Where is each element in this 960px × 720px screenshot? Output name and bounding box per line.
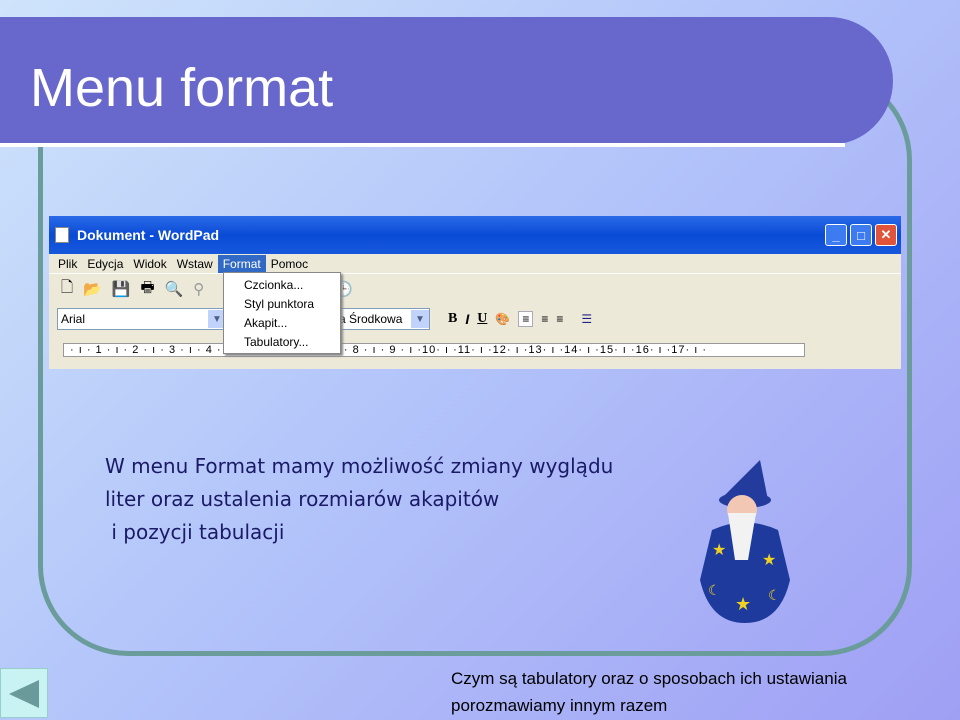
note-line: porozmawiamy innym razem xyxy=(451,696,668,715)
menu-item-tabulatory[interactable]: Tabulatory... xyxy=(244,333,340,352)
color-icon[interactable]: 🎨 xyxy=(495,312,510,326)
window-titlebar: Dokument - WordPad _ □ ✕ xyxy=(49,216,901,254)
align-left-icon[interactable]: ≡ xyxy=(518,311,534,327)
maximize-button[interactable]: □ xyxy=(850,224,872,246)
wizard-illustration: ★ ★ ★ ☾ ☾ xyxy=(700,460,790,623)
bullets-icon[interactable]: ☰ xyxy=(581,312,592,326)
body-line: i pozycji tabulacji xyxy=(105,520,285,544)
menu-plik[interactable]: Plik xyxy=(53,255,82,273)
wordpad-icon xyxy=(55,227,69,243)
preview-icon[interactable]: 🔍 xyxy=(165,280,184,298)
menu-item-czcionka[interactable]: Czcionka... xyxy=(244,276,340,295)
menu-wstaw[interactable]: Wstaw xyxy=(172,255,218,273)
ruler[interactable]: · ı · 1 · ı · 2 · ı · 3 · ı · 4 · ı · 5 … xyxy=(63,343,805,357)
open-icon[interactable]: 📂 xyxy=(83,280,102,298)
align-right-icon[interactable]: ≡ xyxy=(556,312,563,326)
svg-text:☾: ☾ xyxy=(768,587,781,603)
menu-widok[interactable]: Widok xyxy=(128,255,171,273)
note-line: Czym są tabulatory oraz o sposobach ich … xyxy=(451,669,847,688)
title-band: Menu format xyxy=(0,17,893,147)
font-select[interactable]: Arial ▼ xyxy=(57,308,227,330)
format-dropdown-menu: Czcionka... Styl punktora Akapit... Tabu… xyxy=(223,272,341,354)
back-button[interactable] xyxy=(0,668,48,718)
underline-button[interactable]: U xyxy=(477,311,487,327)
chevron-down-icon: ▼ xyxy=(411,310,429,328)
wordpad-screenshot: Dokument - WordPad _ □ ✕ Plik Edycja Wid… xyxy=(49,216,901,369)
menu-format[interactable]: Format xyxy=(217,254,266,273)
new-icon[interactable]: 🗋 xyxy=(61,277,73,302)
standard-toolbar: 🗋 📂 💾 🖶 🔍 ⚲ 🕒 xyxy=(49,274,901,304)
format-toolbar: Arial ▼ a Środkowa ▼ B I U 🎨 ≡ ≡ ≡ ☰ xyxy=(49,304,901,334)
script-value: a Środkowa xyxy=(339,312,403,326)
body-line: liter oraz ustalenia rozmiarów akapitów xyxy=(105,487,500,511)
window-title: Dokument - WordPad xyxy=(77,227,220,243)
body-text: W menu Format mamy możliwość zmiany wygl… xyxy=(105,450,613,549)
svg-text:☾: ☾ xyxy=(708,582,721,598)
save-icon[interactable]: 💾 xyxy=(112,280,131,298)
menu-item-styl-punktora[interactable]: Styl punktora xyxy=(244,295,340,314)
footnote: Czym są tabulatory oraz o sposobach ich … xyxy=(451,665,847,719)
italic-button[interactable]: I xyxy=(465,311,469,327)
menu-pomoc[interactable]: Pomoc xyxy=(266,255,313,273)
title-underline xyxy=(0,143,845,147)
svg-text:★: ★ xyxy=(712,542,726,559)
find-icon[interactable]: ⚲ xyxy=(193,280,204,298)
font-value: Arial xyxy=(61,312,86,326)
align-center-icon[interactable]: ≡ xyxy=(541,312,548,326)
print-icon[interactable]: 🖶 xyxy=(140,277,154,302)
menu-edycja[interactable]: Edycja xyxy=(82,255,128,273)
body-line: W menu Format mamy możliwość zmiany wygl… xyxy=(105,454,614,478)
menu-item-akapit[interactable]: Akapit... xyxy=(244,314,340,333)
slide-title: Menu format xyxy=(30,58,334,118)
minimize-button[interactable]: _ xyxy=(825,224,847,246)
close-button[interactable]: ✕ xyxy=(875,224,897,246)
script-select[interactable]: a Środkowa ▼ xyxy=(335,308,430,330)
bold-button[interactable]: B xyxy=(448,311,457,327)
svg-text:★: ★ xyxy=(735,594,751,614)
svg-text:★: ★ xyxy=(762,552,776,569)
menu-bar: Plik Edycja Widok Wstaw Format Pomoc xyxy=(49,254,901,274)
